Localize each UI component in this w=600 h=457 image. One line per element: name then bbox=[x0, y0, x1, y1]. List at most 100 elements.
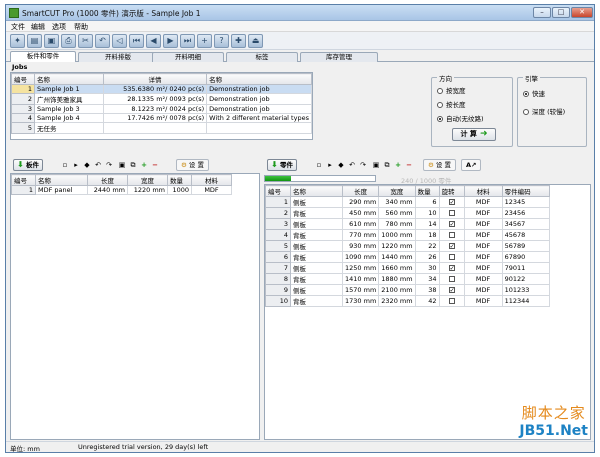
board-qty[interactable]: 1000 bbox=[167, 185, 192, 195]
part-length[interactable]: 1250 mm bbox=[341, 262, 380, 274]
part-no[interactable]: 5 bbox=[265, 240, 291, 252]
jobs-col-detail[interactable]: 详情 bbox=[102, 73, 208, 85]
menu-file[interactable]: 文件 bbox=[11, 22, 25, 32]
part-width[interactable]: 2320 mm bbox=[378, 295, 416, 307]
part-qty[interactable]: 22 bbox=[414, 240, 440, 252]
rotate-checkbox[interactable] bbox=[448, 298, 455, 304]
table-row[interactable]: 1 侧板 290 mm 340 mm 6 ✓ MDF 12345 bbox=[265, 196, 550, 208]
rotate-checkbox[interactable] bbox=[448, 254, 455, 260]
job-name[interactable]: Sample Job 3 bbox=[34, 104, 104, 114]
board-name[interactable]: MDF panel bbox=[35, 185, 88, 195]
table-row[interactable]: 1 Sample Job 1 535.6380 m²/ 0240 pc(s) Demo… bbox=[11, 84, 312, 94]
job-detail[interactable]: 8.1223 m²/ 0024 pc(s) bbox=[102, 104, 208, 114]
part-material[interactable]: MDF bbox=[463, 284, 503, 296]
boards-col-material[interactable]: 材料 bbox=[191, 174, 232, 186]
job-detail[interactable] bbox=[102, 122, 208, 134]
duplicate-icon[interactable]: ⧉ bbox=[128, 160, 138, 170]
part-qty[interactable]: 38 bbox=[414, 284, 440, 296]
part-code[interactable]: 112344 bbox=[501, 295, 550, 307]
parts-col-name[interactable]: 名称 bbox=[290, 185, 343, 197]
rotate-checkbox[interactable] bbox=[448, 232, 455, 238]
boards-settings-button[interactable]: ⚙ 设 置 bbox=[176, 159, 209, 171]
job-name[interactable]: 广州饰美雅家具 bbox=[34, 93, 104, 105]
font-size-button[interactable]: A↗ bbox=[461, 159, 482, 171]
part-code[interactable]: 90122 bbox=[501, 273, 550, 285]
part-width[interactable]: 1880 mm bbox=[378, 273, 416, 285]
first-icon[interactable]: ⏮ bbox=[129, 34, 144, 48]
part-qty[interactable]: 10 bbox=[414, 207, 440, 219]
job-name[interactable]: Sample Job 4 bbox=[34, 113, 104, 123]
table-row[interactable]: 9 侧板 1570 mm 2100 mm 38 ✓ MDF 101233 bbox=[265, 284, 550, 296]
parts-settings-button[interactable]: ⚙ 设 置 bbox=[423, 159, 456, 171]
job-no[interactable]: 4 bbox=[11, 113, 36, 123]
boards-col-no[interactable]: 编号 bbox=[11, 174, 36, 186]
redo-icon[interactable]: ↷ bbox=[358, 160, 368, 170]
open-icon[interactable]: ▸ bbox=[71, 160, 81, 170]
board-no[interactable]: 1 bbox=[11, 185, 36, 195]
part-name[interactable]: 侧板 bbox=[290, 218, 343, 230]
job-desc[interactable]: Demonstration job bbox=[206, 104, 312, 114]
menu-edit[interactable]: 编辑 bbox=[31, 22, 45, 32]
part-material[interactable]: MDF bbox=[463, 207, 503, 219]
add-board-button[interactable]: ⬇ 板件 bbox=[13, 159, 43, 171]
part-material[interactable]: MDF bbox=[463, 295, 503, 307]
part-qty[interactable]: 30 bbox=[414, 262, 440, 274]
part-length[interactable]: 610 mm bbox=[341, 218, 380, 230]
part-material[interactable]: MDF bbox=[463, 262, 503, 274]
direction-width-radio[interactable]: 按宽度 bbox=[437, 85, 466, 95]
part-length[interactable]: 770 mm bbox=[341, 229, 380, 241]
job-desc[interactable] bbox=[206, 122, 312, 134]
job-no[interactable]: 3 bbox=[11, 104, 36, 114]
rotate-checkbox[interactable] bbox=[448, 276, 455, 282]
board-width[interactable]: 1220 mm bbox=[127, 185, 168, 195]
part-name[interactable]: 侧板 bbox=[290, 196, 343, 208]
info-icon[interactable]: ✚ bbox=[231, 34, 246, 48]
prev-icon[interactable]: ◀ bbox=[146, 34, 161, 48]
tab-layout[interactable]: 开料排版 bbox=[78, 52, 158, 62]
part-no[interactable]: 10 bbox=[265, 295, 291, 307]
part-qty[interactable]: 26 bbox=[414, 251, 440, 263]
parts-col-code[interactable]: 零件编码 bbox=[501, 185, 550, 197]
add-icon[interactable]: + bbox=[197, 34, 212, 48]
boards-col-qty[interactable]: 数量 bbox=[167, 174, 192, 186]
new-icon[interactable]: ▫ bbox=[60, 160, 70, 170]
help-icon[interactable]: ? bbox=[214, 34, 229, 48]
rotate-checkbox[interactable] bbox=[448, 210, 455, 216]
part-no[interactable]: 8 bbox=[265, 273, 291, 285]
part-code[interactable]: 45678 bbox=[501, 229, 550, 241]
table-row[interactable]: 2 背板 450 mm 560 mm 10 MDF 23456 bbox=[265, 207, 550, 219]
duplicate-icon[interactable]: ⧉ bbox=[382, 160, 392, 170]
undo-icon[interactable]: ↶ bbox=[95, 34, 110, 48]
part-code[interactable]: 56789 bbox=[501, 240, 550, 252]
part-name[interactable]: 背板 bbox=[290, 295, 343, 307]
calculate-button[interactable]: 计 算 ➜ bbox=[452, 128, 496, 141]
last-icon[interactable]: ⏭ bbox=[180, 34, 195, 48]
part-width[interactable]: 2100 mm bbox=[378, 284, 416, 296]
open-icon[interactable]: ▸ bbox=[325, 160, 335, 170]
tab-labels[interactable]: 标签 bbox=[226, 52, 298, 62]
part-no[interactable]: 7 bbox=[265, 262, 291, 274]
job-name[interactable]: 无任务 bbox=[34, 122, 104, 134]
tab-inventory[interactable]: 库存管理 bbox=[300, 52, 378, 62]
parts-col-qty[interactable]: 数量 bbox=[414, 185, 440, 197]
engine-deep-radio[interactable]: 深度 (较慢) bbox=[523, 106, 565, 116]
minus-icon[interactable]: − bbox=[150, 160, 160, 170]
part-length[interactable]: 1410 mm bbox=[341, 273, 380, 285]
part-code[interactable]: 34567 bbox=[501, 218, 550, 230]
menu-help[interactable]: 帮助 bbox=[74, 22, 88, 32]
part-code[interactable]: 67890 bbox=[501, 251, 550, 263]
table-row[interactable]: 8 背板 1410 mm 1880 mm 34 MDF 90122 bbox=[265, 273, 550, 285]
part-no[interactable]: 1 bbox=[265, 196, 291, 208]
boards-col-length[interactable]: 长度 bbox=[87, 174, 128, 186]
job-no[interactable]: 1 bbox=[11, 84, 36, 94]
job-detail[interactable]: 17.7426 m²/ 0078 pc(s) bbox=[102, 113, 208, 123]
part-qty[interactable]: 14 bbox=[414, 218, 440, 230]
parts-col-material[interactable]: 材料 bbox=[463, 185, 503, 197]
part-length[interactable]: 930 mm bbox=[341, 240, 380, 252]
part-name[interactable]: 背板 bbox=[290, 229, 343, 241]
tab-boards-parts[interactable]: 板件和零件 bbox=[10, 51, 76, 62]
menu-options[interactable]: 选项 bbox=[52, 22, 66, 32]
back-icon[interactable]: ◁ bbox=[112, 34, 127, 48]
part-name[interactable]: 侧板 bbox=[290, 284, 343, 296]
maximize-button[interactable]: □ bbox=[552, 7, 570, 18]
